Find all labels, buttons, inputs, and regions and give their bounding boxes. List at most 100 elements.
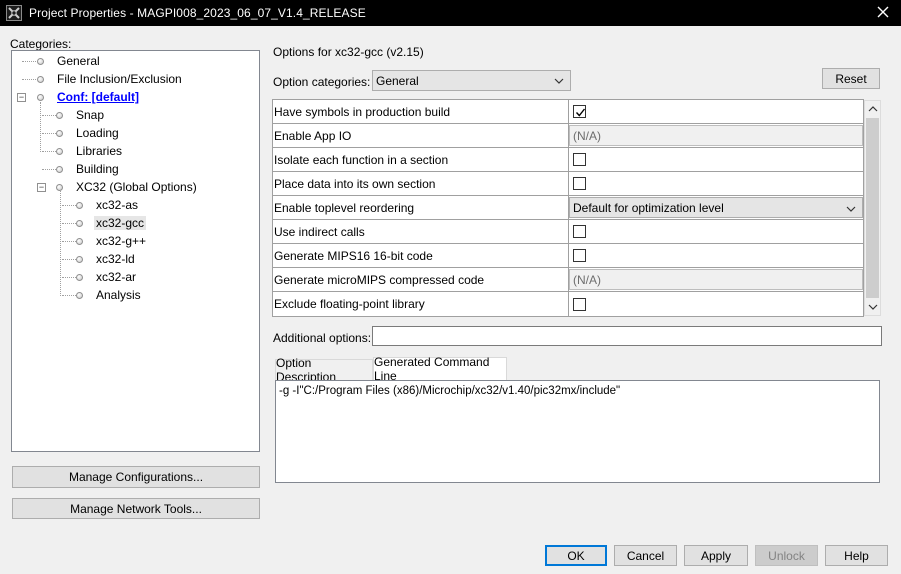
tree-item-analysis[interactable]: Analysis <box>76 286 143 304</box>
tree-item-label: xc32-ld <box>96 252 135 266</box>
categories-tree[interactable]: − − General File Inclusion/Exclusion Con… <box>11 50 260 452</box>
tab-option-description[interactable]: Option Description <box>275 356 373 384</box>
tree-item-xc32-gpp[interactable]: xc32-g++ <box>76 232 148 250</box>
tree-connector <box>62 223 76 224</box>
option-name: Place data into its own section <box>273 172 569 195</box>
tree-item-label: xc32-g++ <box>96 234 147 248</box>
option-name: Isolate each function in a section <box>273 148 569 171</box>
scroll-down-icon[interactable] <box>868 304 878 310</box>
tree-connector <box>62 295 76 296</box>
checkbox[interactable] <box>573 225 586 238</box>
checkbox[interactable] <box>573 249 586 262</box>
tree-connector <box>60 191 61 296</box>
ok-button[interactable]: OK <box>545 545 607 566</box>
tree-item-xc32-ld[interactable]: xc32-ld <box>76 250 137 268</box>
tree-item-conf-default[interactable]: Conf: [default] <box>37 88 141 106</box>
categories-label: Categories: <box>10 37 72 51</box>
option-categories-select[interactable]: General <box>372 70 571 91</box>
option-row[interactable]: Have symbols in production build <box>273 100 863 124</box>
option-value[interactable] <box>569 292 863 316</box>
command-line-text: -g -I"C:/Program Files (x86)/Microchip/x… <box>279 385 621 397</box>
node-icon <box>56 111 63 119</box>
option-categories-label: Option categories: <box>273 75 371 89</box>
tree-item-label: xc32-as <box>96 198 139 212</box>
option-row[interactable]: Place data into its own section <box>273 172 863 196</box>
option-row[interactable]: Generate MIPS16 16-bit code <box>273 244 863 268</box>
tree-connector <box>22 61 36 62</box>
option-row[interactable]: Enable App IO (N/A) <box>273 124 863 148</box>
tree-item-label: Conf: [default] <box>57 90 139 104</box>
scrollbar-thumb[interactable] <box>866 118 879 298</box>
checkbox[interactable] <box>573 153 586 166</box>
additional-options-label: Additional options: <box>273 331 372 345</box>
tab-generated-command-line[interactable]: Generated Command Line <box>373 355 507 383</box>
chevron-down-icon <box>554 78 564 84</box>
tree-item-label: Snap <box>76 108 105 122</box>
option-categories-value: General <box>376 73 419 88</box>
tree-connector <box>40 102 41 152</box>
options-grid: Have symbols in production build Enable … <box>272 99 864 317</box>
help-button[interactable]: Help <box>825 545 888 566</box>
tree-connector <box>42 115 56 116</box>
option-row[interactable]: Use indirect calls <box>273 220 863 244</box>
tree-item-general[interactable]: General <box>37 52 102 70</box>
tree-item-loading[interactable]: Loading <box>56 124 121 142</box>
tree-connector <box>62 277 76 278</box>
apply-button[interactable]: Apply <box>684 545 748 566</box>
checkbox[interactable] <box>573 177 586 190</box>
tree-item-label: Analysis <box>96 288 141 302</box>
additional-options-input[interactable] <box>372 326 882 346</box>
tree-item-file-inclusion[interactable]: File Inclusion/Exclusion <box>37 70 184 88</box>
tree-item-xc32-gcc[interactable]: xc32-gcc <box>76 214 147 232</box>
option-row[interactable]: Isolate each function in a section <box>273 148 863 172</box>
tree-item-xc32-global[interactable]: XC32 (Global Options) <box>56 178 199 196</box>
tree-item-libraries[interactable]: Libraries <box>56 142 124 160</box>
close-icon[interactable] <box>875 4 891 20</box>
option-value-select[interactable]: Default for optimization level <box>569 197 863 218</box>
node-icon <box>37 75 44 83</box>
node-icon <box>56 147 63 155</box>
option-name: Have symbols in production build <box>273 100 569 123</box>
collapse-toggle-icon[interactable]: − <box>37 183 46 192</box>
option-value[interactable] <box>569 172 863 195</box>
node-icon <box>76 219 83 227</box>
tree-item-label: XC32 (Global Options) <box>76 180 197 194</box>
reset-button[interactable]: Reset <box>822 68 880 89</box>
option-row[interactable]: Generate microMIPS compressed code (N/A) <box>273 268 863 292</box>
node-icon <box>76 291 83 299</box>
scroll-up-icon[interactable] <box>868 106 878 112</box>
checkbox[interactable] <box>573 105 586 118</box>
tree-item-label: xc32-gcc <box>94 216 147 230</box>
option-value[interactable] <box>569 220 863 243</box>
tree-item-snap[interactable]: Snap <box>56 106 106 124</box>
tree-connector <box>62 205 76 206</box>
manage-network-tools-button[interactable]: Manage Network Tools... <box>12 498 260 519</box>
options-scrollbar[interactable] <box>864 100 881 316</box>
node-icon <box>76 255 83 263</box>
checkbox[interactable] <box>573 297 586 311</box>
tree-connector <box>42 151 56 152</box>
tree-connector <box>62 241 76 242</box>
option-value[interactable] <box>569 244 863 267</box>
option-value[interactable] <box>569 100 863 123</box>
cancel-button[interactable]: Cancel <box>614 545 677 566</box>
manage-configurations-button[interactable]: Manage Configurations... <box>12 466 260 488</box>
node-icon <box>76 273 83 281</box>
collapse-toggle-icon[interactable]: − <box>17 93 26 102</box>
netbeans-app-icon <box>6 5 22 21</box>
node-icon <box>56 183 63 191</box>
options-header: Options for xc32-gcc (v2.15) <box>273 45 424 59</box>
tree-item-label: File Inclusion/Exclusion <box>57 72 182 86</box>
option-row[interactable]: Exclude floating-point library <box>273 292 863 316</box>
tree-item-building[interactable]: Building <box>56 160 121 178</box>
tree-item-label: Libraries <box>76 144 123 158</box>
tree-item-xc32-ar[interactable]: xc32-ar <box>76 268 138 286</box>
option-name: Enable App IO <box>273 124 569 147</box>
option-value-na: (N/A) <box>569 125 863 146</box>
tree-item-xc32-as[interactable]: xc32-as <box>76 196 140 214</box>
chevron-down-icon <box>846 206 856 212</box>
option-row[interactable]: Enable toplevel reordering Default for o… <box>273 196 863 220</box>
option-value[interactable] <box>569 148 863 171</box>
window-title: Project Properties - MAGPI008_2023_06_07… <box>29 6 366 20</box>
command-line-panel: -g -I"C:/Program Files (x86)/Microchip/x… <box>275 380 880 483</box>
